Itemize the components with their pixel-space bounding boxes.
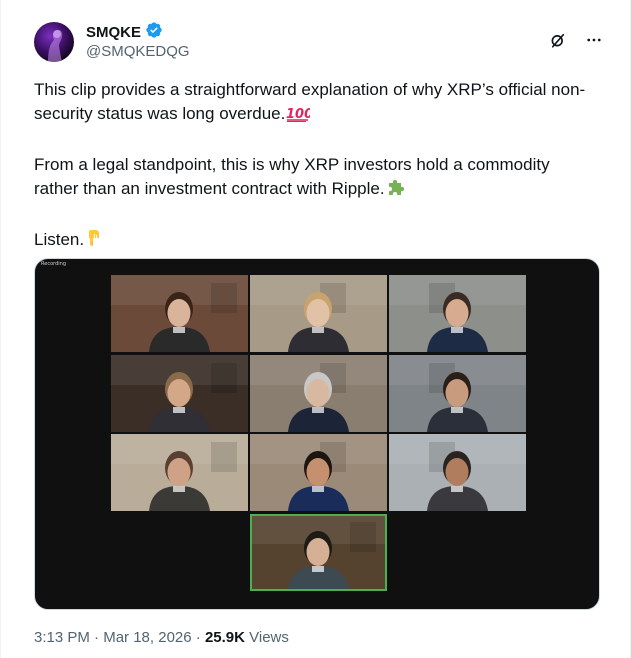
tweet-date[interactable]: Mar 18, 2026: [103, 629, 191, 646]
tweet-paragraph-3-text: Listen.: [34, 230, 85, 249]
video-tile-participant-6: [389, 355, 526, 432]
verified-badge-icon: [145, 21, 163, 44]
tweet-paragraph-3: Listen.: [34, 228, 594, 255]
tweet-paragraph-2: From a legal standpoint, this is why XRP…: [34, 153, 594, 204]
header-actions: [548, 30, 604, 50]
name-row: SMQKE: [86, 21, 163, 44]
avatar[interactable]: [34, 22, 74, 62]
avatar-silhouette-icon: [48, 29, 63, 62]
video-tile-participant-1: [111, 275, 248, 352]
display-name[interactable]: SMQKE: [86, 24, 141, 41]
grok-icon[interactable]: [548, 30, 568, 50]
video-media[interactable]: Recording: [34, 258, 600, 610]
tweet-meta: 3:13 PM · Mar 18, 2026 · 25.9K Views: [34, 629, 289, 646]
pointing-down-icon: [85, 228, 103, 255]
video-tile-participant-3: [389, 275, 526, 352]
meta-separator: ·: [89, 629, 104, 646]
tweet-card: SMQKE @SMQKEDQG This clip provides a str…: [0, 0, 631, 658]
handle[interactable]: @SMQKEDQG: [86, 43, 190, 60]
video-tile-participant-4: [111, 355, 248, 432]
views-count[interactable]: 25.9K: [205, 629, 245, 646]
recording-label: Recording: [41, 261, 67, 267]
puzzle-piece-icon: [386, 177, 406, 204]
tweet-paragraph-1: This clip provides a straightforward exp…: [34, 78, 594, 129]
more-icon[interactable]: [584, 30, 604, 50]
video-tile-participant-9: [389, 434, 526, 511]
tweet-paragraph-2-text: From a legal standpoint, this is why XRP…: [34, 155, 550, 198]
video-tile-participant-8: [250, 434, 387, 511]
tweet-time[interactable]: 3:13 PM: [34, 629, 90, 646]
video-tile-participant-7: [111, 434, 248, 511]
tweet-header: SMQKE @SMQKEDQG: [34, 21, 604, 66]
views-label: Views: [244, 629, 289, 646]
hundred-points-icon: 100: [286, 104, 314, 129]
meta-separator: ·: [191, 629, 205, 646]
tweet-text: This clip provides a straightforward exp…: [34, 78, 594, 255]
video-tile-participant-2: [250, 275, 387, 352]
video-tile-participant-10: [250, 514, 387, 591]
video-tile-participant-5: [250, 355, 387, 432]
